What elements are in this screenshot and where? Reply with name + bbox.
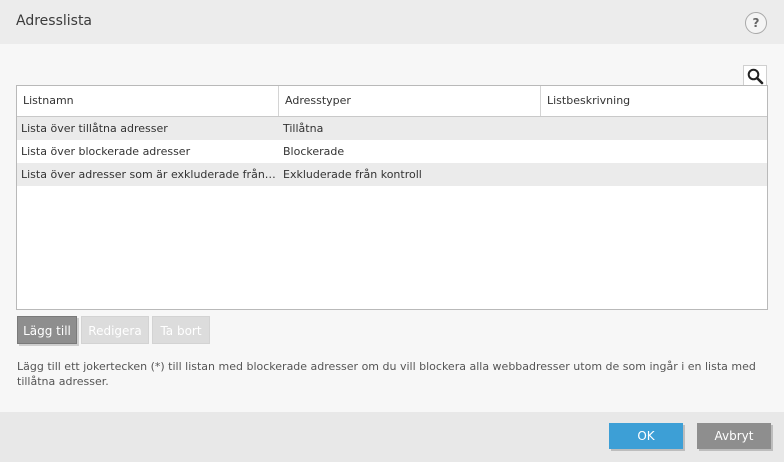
search-button[interactable] (743, 65, 767, 87)
ok-button[interactable]: OK (609, 423, 683, 449)
cell-list-description (541, 117, 767, 140)
cancel-button[interactable]: Avbryt (697, 423, 771, 449)
table-row[interactable]: Lista över blockerade adresser Blockerad… (17, 140, 767, 163)
search-icon (747, 68, 764, 85)
help-button[interactable]: ? (745, 12, 767, 34)
cell-list-name: Lista över adresser som är exkluderade f… (21, 168, 279, 181)
cell-list-name: Lista över blockerade adresser (21, 145, 191, 158)
column-header-address-types[interactable]: Adresstyper (279, 86, 541, 116)
cell-address-type: Tillåtna (283, 122, 324, 135)
add-button[interactable]: Lägg till (17, 316, 77, 344)
column-header-list-name[interactable]: Listnamn (17, 86, 279, 116)
table-header: Listnamn Adresstyper Listbeskrivning (17, 86, 767, 117)
address-list-table: Listnamn Adresstyper Listbeskrivning Lis… (16, 85, 768, 310)
cell-address-type: Blockerade (283, 145, 345, 158)
cell-list-description (541, 163, 767, 186)
table-row[interactable]: Lista över adresser som är exkluderade f… (17, 163, 767, 186)
delete-button[interactable]: Ta bort (152, 316, 210, 344)
edit-button[interactable]: Redigera (81, 316, 149, 344)
cell-address-type: Exkluderade från kontroll (283, 168, 422, 181)
cell-list-description (541, 140, 767, 163)
table-row[interactable]: Lista över tillåtna adresser Tillåtna (17, 117, 767, 140)
title-bar: Adresslista ? (0, 0, 784, 44)
column-header-list-description[interactable]: Listbeskrivning (541, 86, 767, 116)
info-text: Lägg till ett jokertecken (*) till lista… (17, 360, 756, 388)
cell-list-name: Lista över tillåtna adresser (21, 122, 168, 135)
window-title: Adresslista (16, 13, 93, 29)
